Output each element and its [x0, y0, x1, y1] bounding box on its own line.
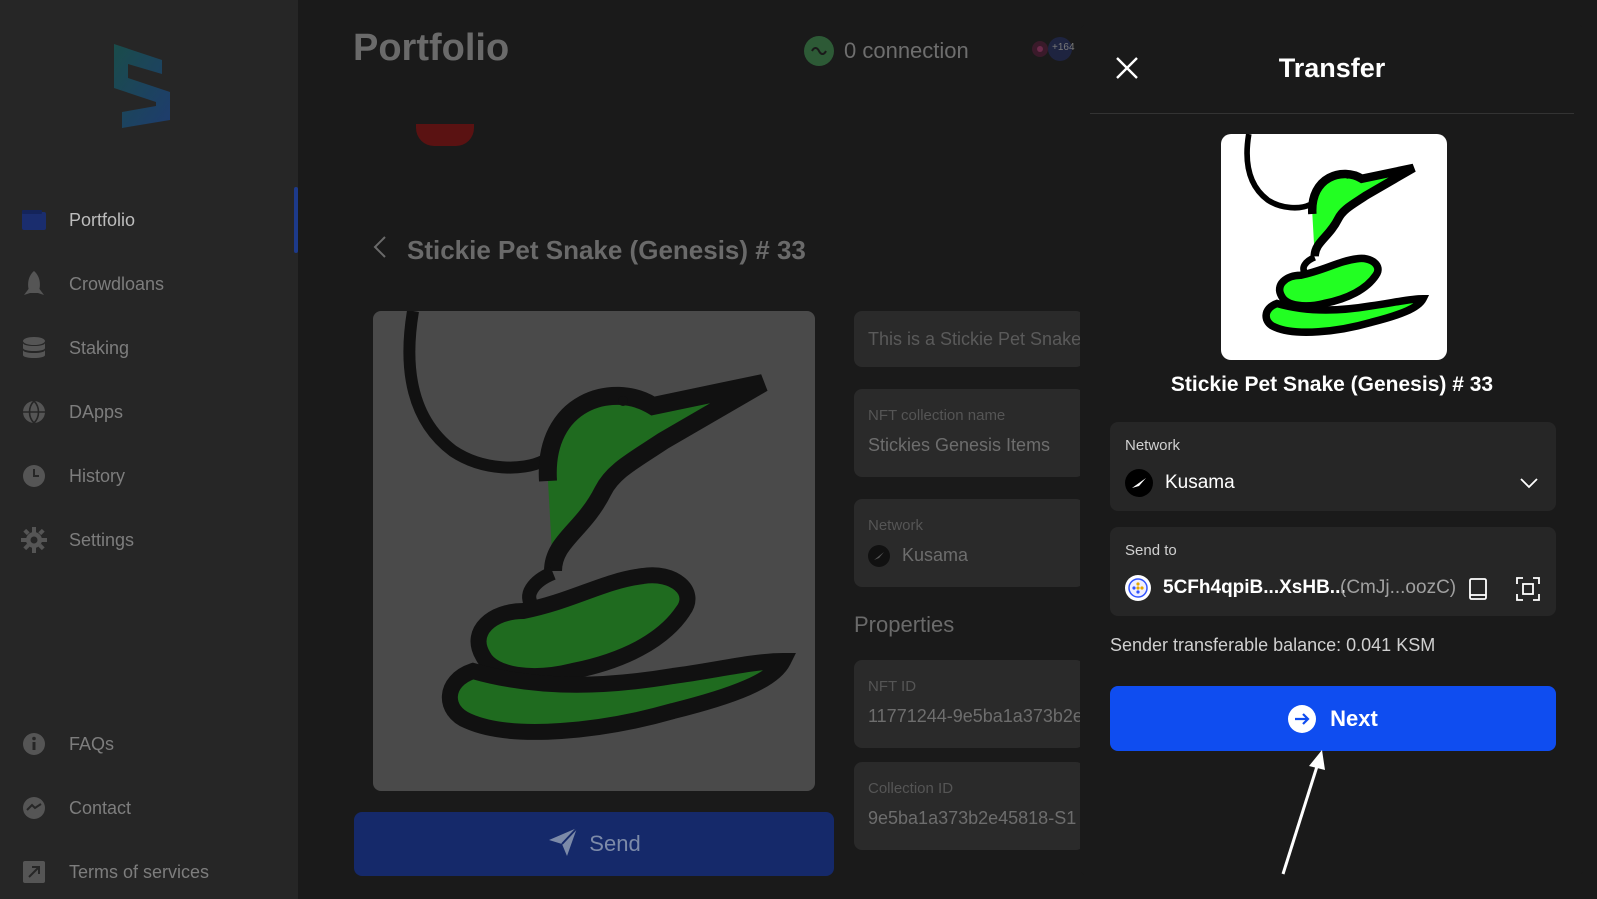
sidebar-item-label: Settings [69, 529, 135, 550]
account-selector[interactable]: +164 [1026, 34, 1086, 64]
recipient-alias: (CmJj...oozC) [1340, 577, 1457, 598]
arrow-right-circle-icon [1288, 704, 1317, 733]
collection-id-value: 9e5ba1a373b2e45818-S1 [868, 808, 1077, 828]
sidebar-item-dapps[interactable]: DApps [0, 392, 298, 432]
breadcrumb: Stickie Pet Snake (Genesis) # 33 [373, 232, 806, 268]
network-card: Network Kusama [854, 499, 1084, 587]
sidebar-item-terms[interactable]: Terms of services [0, 852, 298, 892]
clock-icon [21, 463, 47, 489]
nft-id-value: 11771244-9e5ba1a373b2e [868, 706, 1083, 726]
wallet-icon [21, 207, 47, 233]
nft-image [373, 311, 815, 791]
next-label: Next [1330, 705, 1378, 731]
back-chevron-icon[interactable] [373, 234, 387, 266]
properties-title: Properties [854, 612, 955, 637]
sidebar-item-faqs[interactable]: FAQs [0, 724, 298, 764]
paper-plane-icon [547, 826, 579, 863]
collection-label: NFT collection name [868, 407, 1006, 424]
modal-divider [1090, 113, 1574, 114]
info-icon [21, 731, 47, 757]
sidebar-item-contact[interactable]: Contact [0, 788, 298, 828]
gear-icon [21, 527, 47, 553]
nft-thumbnail [1221, 134, 1447, 360]
kusama-icon [1125, 469, 1153, 497]
rocket-icon [21, 271, 47, 297]
sidebar-item-label: DApps [69, 401, 124, 422]
send-button[interactable]: Send [354, 812, 834, 876]
nft-title: Stickie Pet Snake (Genesis) # 33 [407, 234, 806, 265]
connection-icon [804, 36, 834, 66]
send-to-field[interactable]: Send to 5CFh4qpiB...XsHB... (CmJj...oozC… [1110, 527, 1556, 616]
app-logo [114, 44, 170, 128]
modal-nft-name: Stickie Pet Snake (Genesis) # 33 [1170, 373, 1494, 396]
sidebar-item-label: FAQs [69, 733, 115, 754]
recipient-address: 5CFh4qpiB...XsHB... [1163, 577, 1346, 598]
description-card: This is a Stickie Pet Snake [854, 311, 1084, 367]
kusama-icon [868, 545, 890, 567]
sidebar-item-crowdloans[interactable]: Crowdloans [0, 264, 298, 304]
sidebar: Portfolio Crowdloans Staking DApps Histo… [0, 0, 298, 899]
collection-card: NFT collection name Stickies Genesis Ite… [854, 389, 1084, 477]
nft-id-card: NFT ID 11771244-9e5ba1a373b2e [854, 660, 1084, 748]
scan-qr-icon[interactable] [1516, 577, 1540, 601]
account-badge: +164 [1052, 42, 1075, 53]
network-field-value: Kusama [1165, 472, 1235, 493]
sidebar-item-label: Contact [69, 797, 132, 818]
database-icon [21, 335, 47, 361]
collection-id-card: Collection ID 9e5ba1a373b2e45818-S1 [854, 762, 1084, 850]
collection-value: Stickies Genesis Items [868, 435, 1051, 455]
sidebar-item-label: Crowdloans [69, 273, 165, 294]
page-title: Portfolio [353, 27, 510, 69]
address-avatar-icon [1125, 575, 1151, 601]
nft-id-label: NFT ID [868, 678, 917, 695]
send-to-label: Send to [1125, 542, 1177, 559]
description-text: This is a Stickie Pet Snake [868, 329, 1082, 349]
network-value: Kusama [902, 545, 969, 565]
transfer-modal: Transfer Stickie Pet Snake (Genesis) # 3… [1080, 23, 1584, 877]
sidebar-item-settings[interactable]: Settings [0, 520, 298, 560]
sidebar-item-label: Terms of services [69, 861, 210, 882]
sidebar-item-label: Portfolio [69, 209, 136, 230]
connection-text: 0 connection [844, 38, 969, 63]
red-tab-indicator [416, 124, 474, 146]
globe-icon [21, 399, 47, 425]
sidebar-item-history[interactable]: History [0, 456, 298, 496]
sidebar-item-portfolio[interactable]: Portfolio [0, 200, 298, 240]
app-root: Portfolio Crowdloans Staking DApps Histo… [0, 0, 1597, 899]
connection-status[interactable]: 0 connection [783, 30, 975, 72]
modal-title: Transfer [1278, 53, 1386, 83]
address-book-icon[interactable] [1467, 577, 1489, 601]
network-label: Network [868, 517, 924, 534]
sidebar-item-label: History [69, 465, 126, 486]
next-button[interactable]: Next [1110, 686, 1556, 751]
network-selector[interactable]: Network Kusama [1110, 422, 1556, 511]
sidebar-item-staking[interactable]: Staking [0, 328, 298, 368]
sidebar-item-label: Staking [69, 337, 130, 358]
chevron-down-icon [1520, 474, 1538, 492]
network-field-label: Network [1125, 437, 1181, 454]
collection-id-label: Collection ID [868, 780, 954, 797]
chat-icon [21, 795, 47, 821]
external-link-icon [21, 859, 47, 885]
send-label: Send [589, 831, 641, 856]
transferable-balance: Sender transferable balance: 0.041 KSM [1110, 635, 1436, 655]
